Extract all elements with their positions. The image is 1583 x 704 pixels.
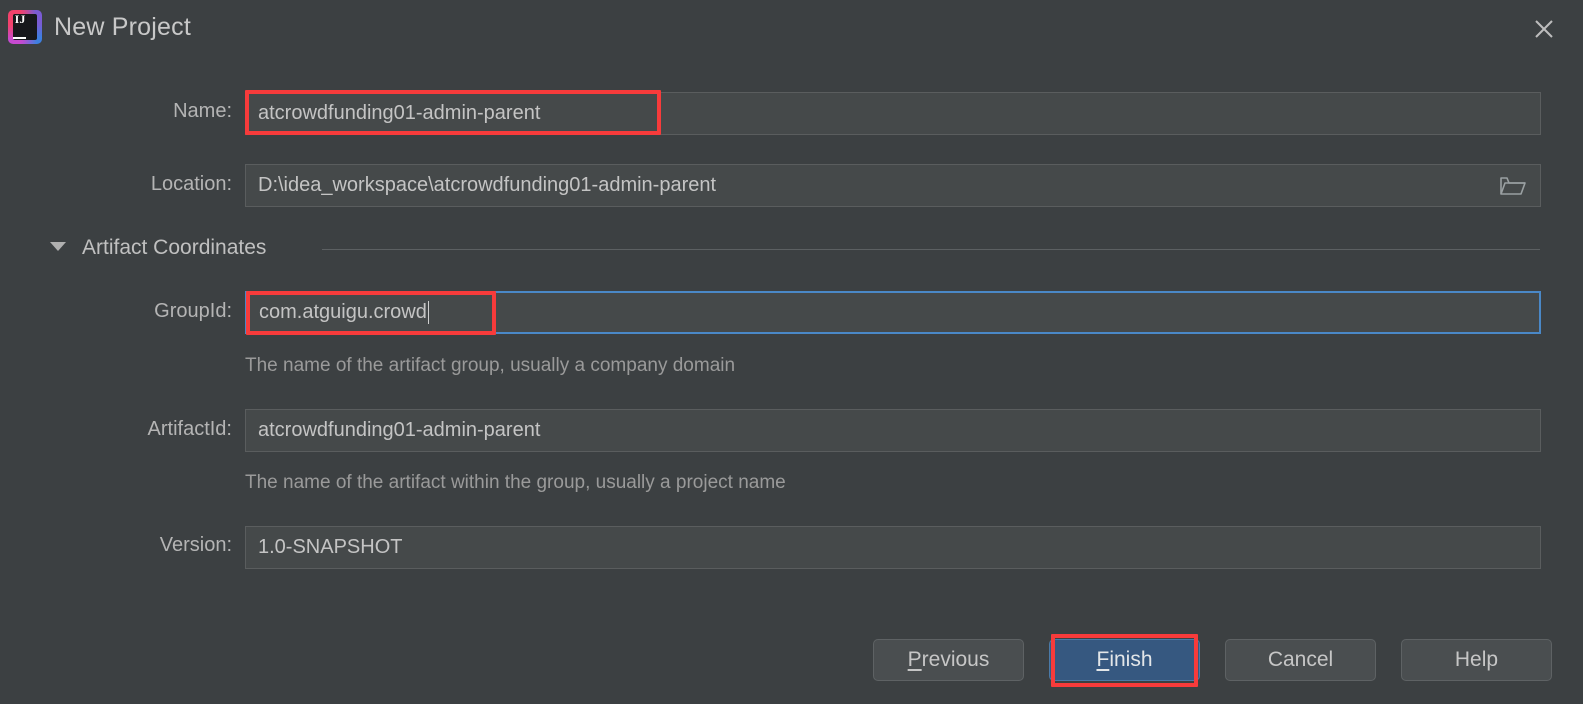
- name-input[interactable]: atcrowdfunding01-admin-parent: [245, 92, 1541, 135]
- version-input[interactable]: 1.0-SNAPSHOT: [245, 526, 1541, 569]
- artifactid-hint: The name of the artifact within the grou…: [245, 472, 786, 493]
- name-input-value: atcrowdfunding01-admin-parent: [258, 102, 541, 124]
- folder-icon[interactable]: [1500, 175, 1526, 197]
- logo-underscore: [13, 37, 26, 39]
- cancel-button-label: Cancel: [1267, 648, 1334, 671]
- help-button-label: Help: [1454, 648, 1499, 671]
- cancel-button[interactable]: Cancel: [1225, 639, 1376, 681]
- dialog-titlebar: IJ New Project: [0, 0, 1583, 56]
- groupid-input[interactable]: com.atguigu.crowd: [245, 291, 1541, 334]
- groupid-hint: The name of the artifact group, usually …: [245, 355, 736, 376]
- version-input-value: 1.0-SNAPSHOT: [258, 536, 403, 558]
- artifact-coordinates-section-label[interactable]: Artifact Coordinates: [82, 236, 266, 260]
- previous-button-label: Previous: [907, 648, 990, 671]
- version-label: Version:: [159, 534, 232, 556]
- chevron-down-icon[interactable]: [50, 242, 66, 251]
- groupid-label: GroupId:: [154, 300, 232, 322]
- groupid-input-value: com.atguigu.crowd: [259, 301, 427, 323]
- close-icon[interactable]: [1527, 12, 1561, 46]
- location-input[interactable]: D:\idea_workspace\atcrowdfunding01-admin…: [245, 164, 1541, 207]
- logo-text: IJ: [14, 12, 26, 26]
- artifactid-label: ArtifactId:: [147, 418, 232, 440]
- help-button[interactable]: Help: [1401, 639, 1552, 681]
- artifactid-input[interactable]: atcrowdfunding01-admin-parent: [245, 409, 1541, 452]
- finish-button[interactable]: Finish: [1049, 639, 1200, 681]
- location-input-value: D:\idea_workspace\atcrowdfunding01-admin…: [258, 174, 717, 196]
- artifactid-input-value: atcrowdfunding01-admin-parent: [258, 419, 541, 441]
- text-caret: [427, 301, 429, 324]
- location-label: Location:: [150, 173, 232, 195]
- intellij-idea-logo-icon: IJ: [8, 10, 42, 44]
- dialog-title: New Project: [54, 13, 191, 41]
- section-separator: [322, 249, 1540, 250]
- finish-button-label: Finish: [1096, 648, 1153, 671]
- name-label: Name:: [173, 100, 232, 122]
- previous-button[interactable]: Previous: [873, 639, 1024, 681]
